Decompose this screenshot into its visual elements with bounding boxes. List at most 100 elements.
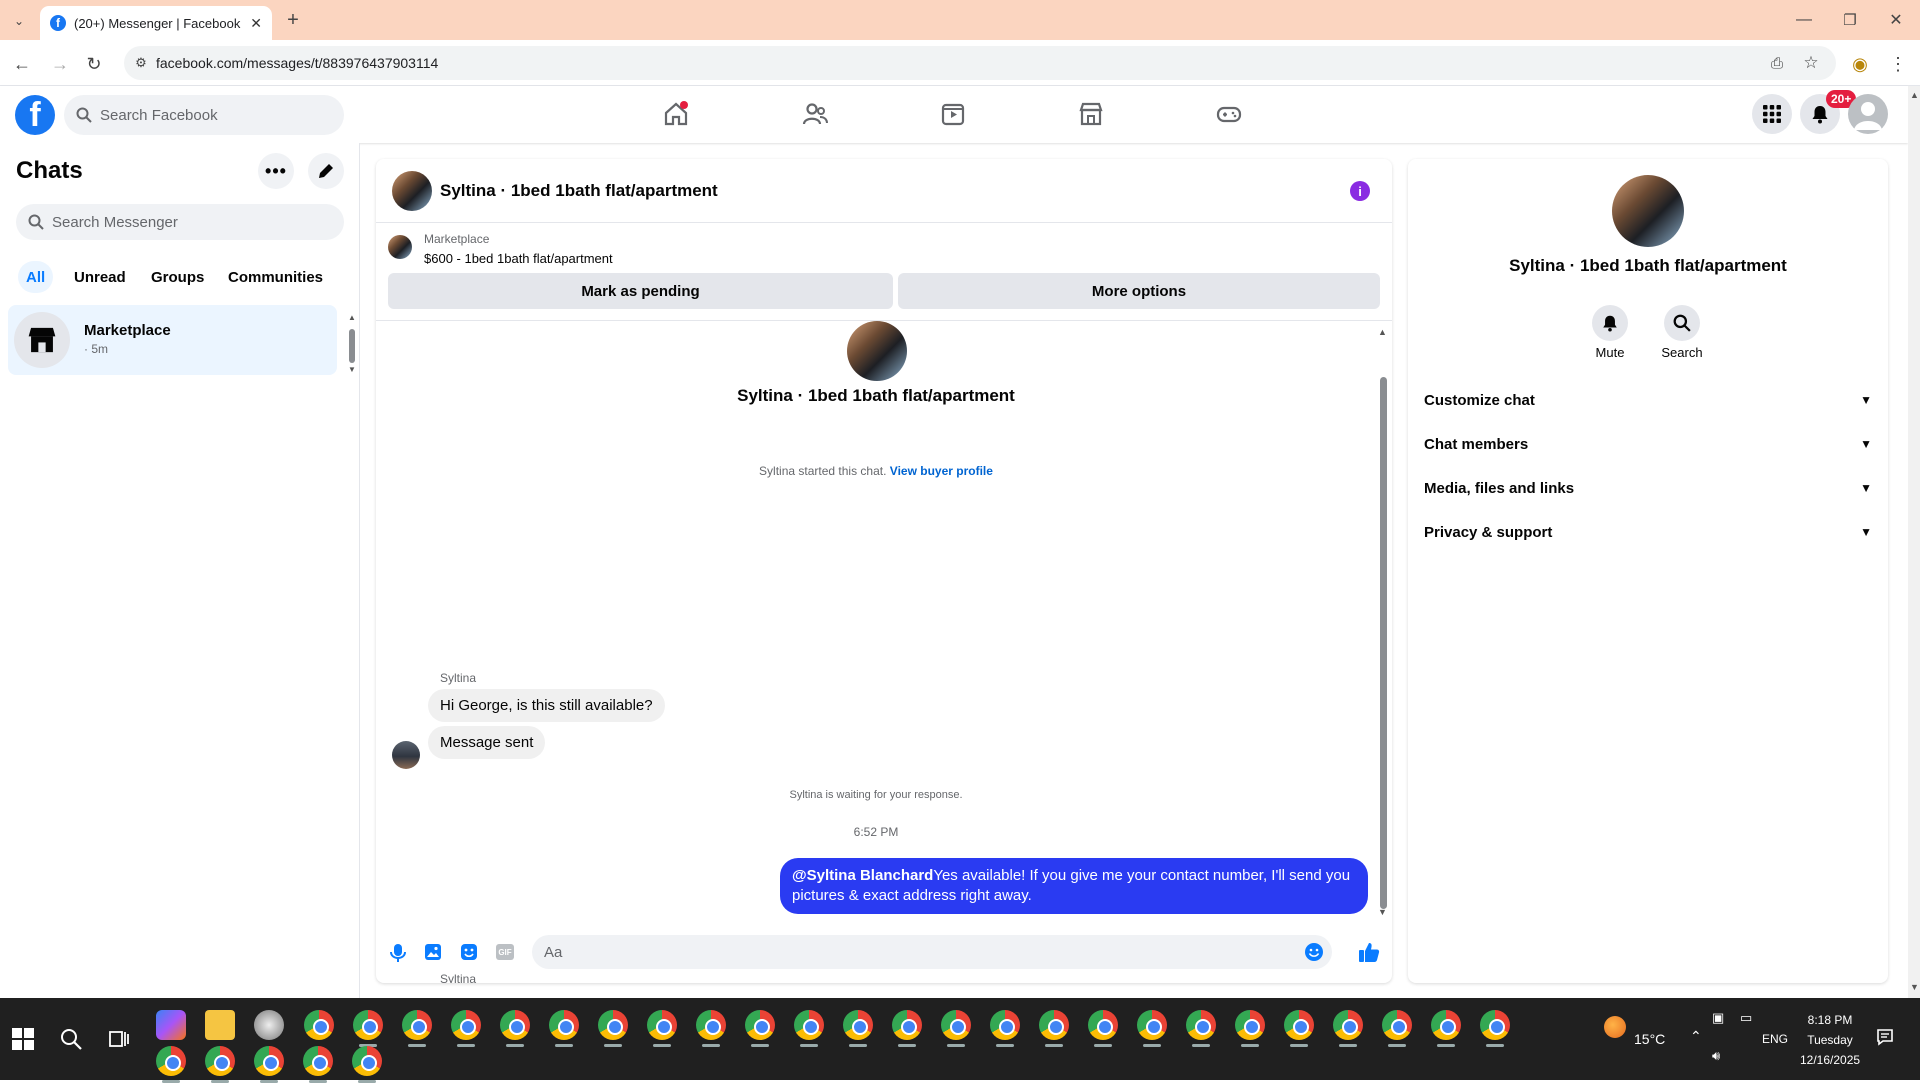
video-nav-icon[interactable] — [933, 96, 973, 132]
minimize-icon[interactable]: — — [1792, 8, 1816, 32]
chat-members-section[interactable]: Chat members ▼ — [1424, 426, 1872, 462]
tab-list-chevron-icon[interactable]: ⌄ — [8, 10, 30, 32]
reload-icon[interactable]: ↻ — [82, 52, 106, 76]
chrome-window-icon[interactable] — [1431, 1010, 1461, 1047]
file-explorer-icon[interactable] — [205, 1010, 235, 1040]
profile-icon[interactable]: ◉ — [1848, 52, 1872, 76]
chrome-window-icon[interactable] — [794, 1010, 824, 1047]
mute-button[interactable] — [1592, 305, 1628, 341]
chat-list-scrollbar[interactable]: ▲ ▼ — [348, 309, 356, 374]
chrome-window-icon[interactable] — [500, 1010, 530, 1047]
gif-icon[interactable]: GIF — [496, 944, 514, 960]
new-tab-icon[interactable]: + — [282, 8, 304, 32]
media-files-links-section[interactable]: Media, files and links ▼ — [1424, 470, 1872, 506]
weather-icon[interactable] — [1604, 1016, 1626, 1038]
chrome-window-icon[interactable] — [990, 1010, 1020, 1047]
chrome-window-icon[interactable] — [1039, 1010, 1069, 1047]
chrome-window-icon[interactable] — [1186, 1010, 1216, 1047]
chrome-window-icon[interactable] — [402, 1010, 432, 1047]
network-icon[interactable]: ▭ — [1740, 1010, 1752, 1026]
chrome-window-icon[interactable] — [156, 1046, 186, 1083]
marketplace-nav-icon[interactable] — [1071, 96, 1111, 132]
mark-as-pending-button[interactable]: Mark as pending — [388, 273, 893, 309]
volume-icon[interactable]: 🔊︎ — [1712, 1048, 1720, 1064]
install-app-icon[interactable]: ⎙ — [1766, 52, 1788, 74]
photo-icon[interactable] — [424, 943, 442, 961]
microphone-icon[interactable] — [390, 943, 406, 963]
chrome-window-icon[interactable] — [304, 1010, 334, 1040]
customize-chat-section[interactable]: Customize chat ▼ — [1424, 382, 1872, 418]
weather-temp[interactable]: 15°C — [1634, 1031, 1665, 1047]
chrome-window-icon[interactable] — [745, 1010, 775, 1047]
chrome-window-icon[interactable] — [1088, 1010, 1118, 1047]
task-view-icon[interactable] — [108, 1028, 130, 1050]
account-avatar[interactable] — [1848, 94, 1888, 134]
chats-options-button[interactable]: ••• — [258, 153, 294, 189]
more-options-button[interactable]: More options — [898, 273, 1380, 309]
listing-title[interactable]: $600 - 1bed 1bath flat/apartment — [424, 251, 613, 266]
chrome-window-icon[interactable] — [1137, 1010, 1167, 1047]
chrome-window-icon[interactable] — [1480, 1010, 1510, 1047]
chat-list-item[interactable]: Marketplace · 5m — [8, 305, 337, 375]
copilot-icon[interactable] — [156, 1010, 186, 1040]
chrome-window-icon[interactable] — [696, 1010, 726, 1047]
language-indicator[interactable]: ENG — [1762, 1032, 1788, 1046]
listing-thumbnail[interactable] — [388, 235, 412, 259]
gaming-nav-icon[interactable] — [1209, 96, 1249, 132]
restore-icon[interactable]: ❐ — [1838, 8, 1862, 32]
chrome-window-icon[interactable] — [451, 1010, 481, 1047]
filter-groups[interactable]: Groups — [143, 261, 212, 293]
message-bubble[interactable]: Message sent — [428, 726, 546, 759]
bookmark-star-icon[interactable]: ☆ — [1800, 52, 1822, 74]
chrome-window-icon[interactable] — [352, 1046, 382, 1083]
chrome-window-icon[interactable] — [941, 1010, 971, 1047]
page-scrollbar[interactable]: ▲ ▼ — [1908, 86, 1920, 998]
friends-nav-icon[interactable] — [795, 96, 835, 132]
outgoing-message-bubble[interactable]: @Syltina BlanchardYes available! If you … — [780, 858, 1368, 914]
taskbar-search-icon[interactable] — [60, 1028, 82, 1050]
chrome-window-icon[interactable] — [205, 1046, 235, 1083]
chrome-window-icon[interactable] — [1284, 1010, 1314, 1047]
chrome-window-icon[interactable] — [303, 1046, 333, 1083]
chrome-window-icon[interactable] — [598, 1010, 628, 1047]
intro-avatar[interactable] — [847, 321, 907, 381]
window-close-icon[interactable]: ✕ — [1884, 8, 1908, 32]
chrome-window-icon[interactable] — [254, 1046, 284, 1083]
facebook-logo-icon[interactable]: f — [15, 95, 55, 135]
forward-icon[interactable]: → — [48, 52, 72, 76]
tab-close-icon[interactable]: ✕ — [250, 15, 262, 32]
message-input[interactable]: Aa — [532, 935, 1332, 969]
chrome-window-icon[interactable] — [843, 1010, 873, 1047]
emoji-icon[interactable] — [1304, 942, 1324, 962]
thread-scrollbar[interactable]: ▲ ▼ — [1378, 327, 1388, 919]
chrome-window-icon[interactable] — [549, 1010, 579, 1047]
chrome-window-icon[interactable] — [1235, 1010, 1265, 1047]
facebook-search-input[interactable]: Search Facebook — [64, 95, 344, 135]
browser-tab-messenger[interactable]: f (20+) Messenger | Facebook ✕ — [40, 6, 272, 40]
chrome-window-icon[interactable] — [647, 1010, 677, 1047]
app-icon[interactable] — [254, 1010, 284, 1040]
conversation-avatar[interactable] — [392, 171, 432, 211]
clock[interactable]: 8:18 PM Tuesday 12/16/2025 — [1800, 1010, 1860, 1070]
chrome-window-icon[interactable] — [1333, 1010, 1363, 1047]
search-in-conversation-button[interactable] — [1664, 305, 1700, 341]
chrome-window-icon[interactable] — [353, 1010, 383, 1047]
filter-all[interactable]: All — [18, 261, 54, 293]
view-buyer-profile-link[interactable]: View buyer profile — [890, 464, 993, 478]
messenger-search-input[interactable]: Search Messenger — [16, 204, 344, 240]
privacy-support-section[interactable]: Privacy & support ▼ — [1424, 514, 1872, 550]
site-info-icon[interactable]: ⚙ — [132, 54, 150, 72]
sticker-icon[interactable] — [460, 943, 478, 961]
new-message-button[interactable] — [308, 153, 344, 189]
chrome-window-icon[interactable] — [1382, 1010, 1412, 1047]
meet-icon[interactable]: ▣ — [1712, 1010, 1724, 1026]
windows-start-icon[interactable] — [12, 1028, 34, 1050]
conversation-title[interactable]: Syltina · 1bed 1bath flat/apartment — [440, 181, 718, 201]
details-avatar[interactable] — [1612, 175, 1684, 247]
notification-center-icon[interactable] — [1876, 1028, 1894, 1046]
info-icon[interactable]: i — [1350, 181, 1370, 201]
filter-unread[interactable]: Unread — [66, 261, 134, 293]
sender-avatar[interactable] — [392, 741, 420, 769]
address-bar[interactable]: ⚙ facebook.com/messages/t/88397643790311… — [124, 46, 1836, 80]
menu-grid-button[interactable] — [1752, 94, 1792, 134]
